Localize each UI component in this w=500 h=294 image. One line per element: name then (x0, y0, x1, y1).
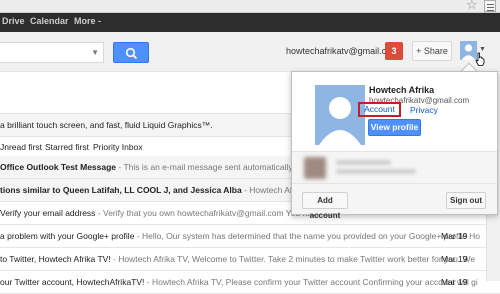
sign-out-button[interactable]: Sign out (446, 192, 486, 209)
blurred-email (336, 169, 416, 174)
email-date: Mar 19 (441, 231, 468, 241)
notification-badge[interactable]: 3 (385, 42, 403, 60)
other-account-avatar (304, 157, 326, 179)
table-row[interactable]: to Twitter, Howtech Afrika TV! - Howtech… (0, 248, 500, 271)
gbar-calendar-link[interactable]: Calendar (30, 16, 69, 26)
account-email[interactable]: howtechafrikatv@gmail.com (286, 46, 399, 56)
header: ▼ howtechafrikatv@gmail.com 3 + Share ▼ (0, 32, 500, 72)
star-icon[interactable]: ☆ (466, 0, 478, 12)
search-input[interactable]: ▼ (0, 42, 104, 63)
browser-toolbar: ☆ (0, 0, 500, 13)
other-account-item[interactable] (292, 151, 497, 184)
email-date: Mar 19 (441, 277, 468, 287)
tab-unread-first[interactable]: Jnread first (0, 142, 42, 152)
email-snippet: - Howtech Afrika TV, Please confirm your… (144, 277, 478, 287)
email-subject: tions similar to Queen Latifah, LL COOL … (0, 185, 242, 195)
menu-icon[interactable] (484, 0, 496, 12)
profile-name: Howtech Afrika (369, 85, 435, 95)
gbar-more-link[interactable]: More - (74, 16, 101, 26)
tab-priority-inbox[interactable]: Priority Inbox (93, 142, 143, 152)
email-subject: Office Outlook Test Message (0, 162, 117, 172)
table-row[interactable]: our Twitter account, HowtechAfrikaTV! - … (0, 271, 500, 294)
add-account-button[interactable]: Add account (302, 192, 348, 220)
email-snippet: - Hello, Our system has determined that … (134, 231, 481, 241)
account-link[interactable]: Account (358, 102, 401, 117)
search-button[interactable] (113, 42, 149, 63)
hand-cursor-icon (475, 52, 485, 66)
email-snippet: - Howtech Afrika TV, Welcome to Twitter.… (110, 254, 476, 264)
tab-starred-first[interactable]: Starred first (45, 142, 89, 152)
google-bar: Drive Calendar More - (0, 13, 500, 32)
privacy-link[interactable]: Privacy (410, 105, 438, 115)
email-subject: to Twitter, Howtech Afrika TV! (0, 254, 111, 264)
gbar-drive-link[interactable]: Drive (2, 16, 25, 26)
search-icon (125, 47, 138, 60)
table-row[interactable]: a problem with your Google+ profile - He… (0, 225, 500, 248)
share-button[interactable]: + Share (412, 41, 452, 61)
blurred-name (336, 160, 391, 165)
email-subject: Verify your email address (0, 208, 96, 218)
email-subject: our Twitter account, HowtechAfrikaTV! (0, 277, 145, 287)
account-popup: Howtech Afrika howtechafrikatv@gmail.com… (291, 71, 498, 220)
popup-footer: Add account Sign out (292, 184, 497, 220)
search-options-chevron-down-icon[interactable]: ▼ (91, 48, 99, 57)
email-date: Mar 19 (441, 254, 468, 264)
email-subject: a problem with your Google+ profile (0, 231, 135, 241)
view-profile-button[interactable]: View profile (368, 119, 421, 136)
